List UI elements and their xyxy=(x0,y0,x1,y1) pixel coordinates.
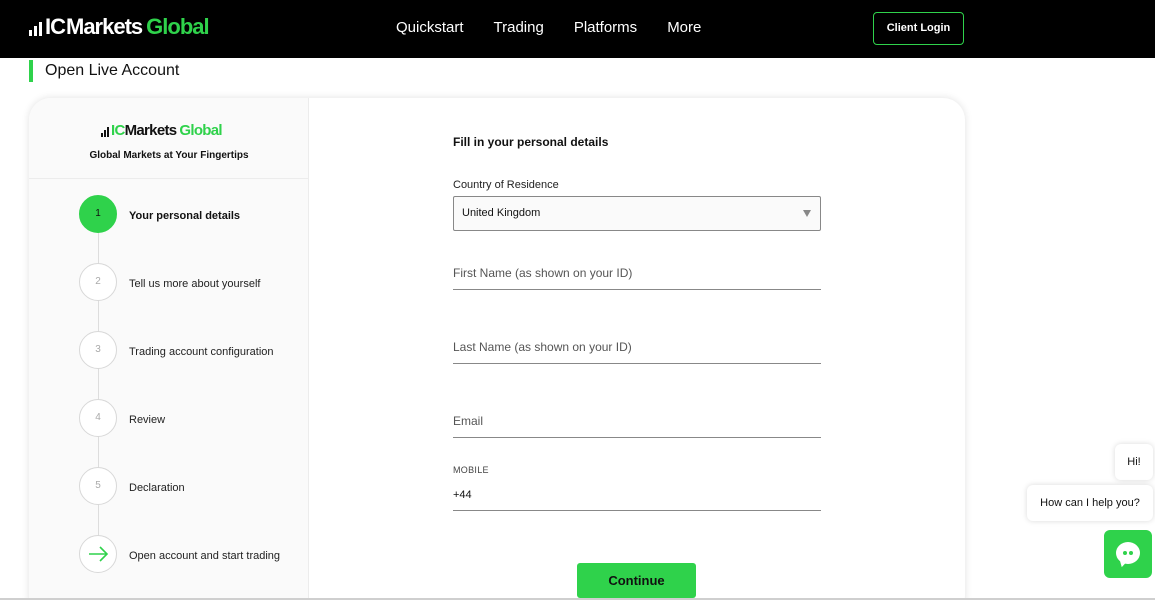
country-select-value: United Kingdom xyxy=(462,207,541,219)
sidebar-logo-bars-icon xyxy=(101,127,109,137)
step-label-3: Trading account configuration xyxy=(129,346,274,358)
logo-global-text: Global xyxy=(146,14,209,39)
last-name-placeholder: Last Name (as shown on your ID) xyxy=(453,340,632,354)
mobile-input[interactable]: +44 xyxy=(453,481,821,511)
continue-button[interactable]: Continue xyxy=(577,563,696,598)
logo-bars-icon xyxy=(29,20,42,36)
sidebar-divider xyxy=(29,178,309,179)
step-number-3: 3 xyxy=(79,331,117,369)
country-select[interactable]: United Kingdom xyxy=(453,196,821,231)
email-input[interactable]: Email xyxy=(453,408,821,438)
country-label: Country of Residence xyxy=(453,179,559,191)
step-label-6: Open account and start trading xyxy=(129,550,281,562)
registration-card: IC Markets Global Global Markets at Your… xyxy=(29,98,965,600)
page-title-accent xyxy=(29,60,33,82)
last-name-input[interactable]: Last Name (as shown on your ID) xyxy=(453,334,821,364)
first-name-placeholder: First Name (as shown on your ID) xyxy=(453,266,633,280)
step-declaration[interactable]: 5 Declaration xyxy=(79,467,309,507)
sidebar-logo-global-text: Global xyxy=(179,122,222,139)
step-personal-details[interactable]: 1 Your personal details xyxy=(79,195,309,235)
logo-ic-text: IC xyxy=(45,14,66,39)
sidebar-logo: IC Markets Global xyxy=(101,122,223,139)
steps-sidebar: IC Markets Global Global Markets at Your… xyxy=(29,98,309,600)
caret-down-icon xyxy=(803,210,811,217)
step-about-yourself[interactable]: 2 Tell us more about yourself xyxy=(79,263,309,303)
step-label-2: Tell us more about yourself xyxy=(129,278,261,290)
step-number-4: 4 xyxy=(79,399,117,437)
step-open-account[interactable]: Open account and start trading xyxy=(79,535,309,575)
chat-icon xyxy=(1116,542,1140,564)
first-name-input[interactable]: First Name (as shown on your ID) xyxy=(453,260,821,290)
nav-item-more[interactable]: More xyxy=(667,19,701,37)
chat-prompt-bubble[interactable]: How can I help you? xyxy=(1027,485,1153,521)
mobile-input-value: +44 xyxy=(453,489,472,501)
nav-item-quickstart[interactable]: Quickstart xyxy=(396,19,464,37)
arrow-right-icon xyxy=(79,535,117,573)
step-number-5: 5 xyxy=(79,467,117,505)
logo-markets-text: Markets xyxy=(66,14,143,39)
brand-logo[interactable]: IC Markets Global xyxy=(29,14,210,39)
top-navigation-bar: IC Markets Global Quickstart Trading Pla… xyxy=(0,0,1155,58)
step-review[interactable]: 4 Review xyxy=(79,399,309,439)
mobile-label: MOBILE xyxy=(453,465,489,475)
step-label-5: Declaration xyxy=(129,482,185,494)
step-label-1: Your personal details xyxy=(129,210,241,222)
sidebar-logo-ic-text: IC xyxy=(111,122,125,139)
email-placeholder: Email xyxy=(453,414,484,428)
nav-item-platforms[interactable]: Platforms xyxy=(574,19,637,37)
step-account-configuration[interactable]: 3 Trading account configuration xyxy=(79,331,309,371)
client-login-button[interactable]: Client Login xyxy=(873,12,964,45)
step-label-4: Review xyxy=(129,414,166,426)
step-number-1: 1 xyxy=(79,195,117,233)
nav-item-trading[interactable]: Trading xyxy=(494,19,544,37)
step-number-2: 2 xyxy=(79,263,117,301)
chat-greeting-bubble[interactable]: Hi! xyxy=(1115,444,1153,480)
form-heading: Fill in your personal details xyxy=(453,135,609,149)
sidebar-tagline: Global Markets at Your Fingertips xyxy=(89,150,249,161)
sidebar-logo-markets-text: Markets xyxy=(124,122,177,139)
main-nav: Quickstart Trading Platforms More xyxy=(396,19,731,37)
page-title: Open Live Account xyxy=(45,62,180,79)
chat-launcher-button[interactable] xyxy=(1104,530,1152,578)
